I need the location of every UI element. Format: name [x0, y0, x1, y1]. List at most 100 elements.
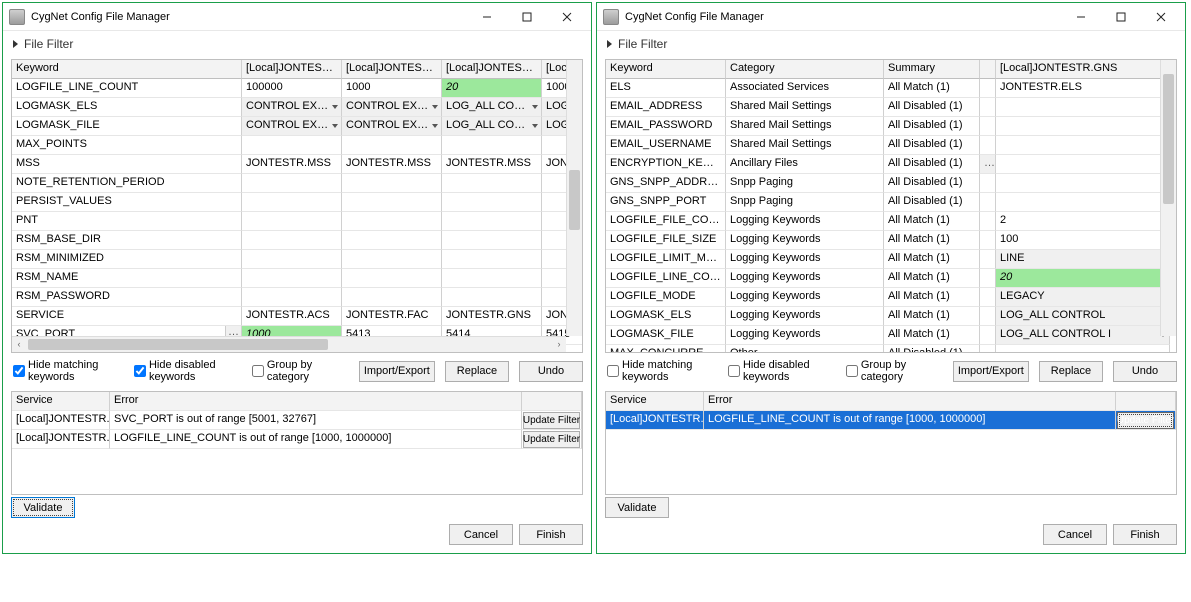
cancel-button[interactable]: Cancel [449, 524, 513, 545]
group-by-category-checkbox[interactable]: Group by category [846, 359, 933, 383]
maximize-button[interactable] [1101, 4, 1141, 30]
value-cell[interactable] [342, 269, 442, 288]
keyword-cell[interactable]: LOGMASK_FILE [12, 117, 242, 136]
value-cell[interactable] [996, 155, 1170, 174]
vertical-scrollbar[interactable] [566, 60, 582, 336]
value-cell[interactable]: JONTESTR.ELS [996, 79, 1170, 98]
error-row[interactable]: [Local]JONTESTR.GNSLOGFILE_LINE_COUNT is… [606, 411, 1176, 430]
column-header[interactable]: [Local]JONTESTR.GNS [442, 60, 542, 79]
minimize-button[interactable] [1061, 4, 1101, 30]
keyword-cell[interactable]: LOGFILE_FILE_COUNT [606, 212, 726, 231]
keyword-cell[interactable]: LOGMASK_FILE [606, 326, 726, 345]
value-cell[interactable]: JONTESTR.FAC [342, 307, 442, 326]
value-cell[interactable] [996, 345, 1170, 353]
file-filter-toggle[interactable]: File Filter [597, 31, 1185, 57]
column-header[interactable]: Service [12, 392, 110, 411]
keyword-cell[interactable]: NOTE_RETENTION_PERIOD [12, 174, 242, 193]
error-row[interactable]: [Local]JONTESTR.ACSSVC_PORT is out of ra… [12, 411, 582, 430]
validate-button[interactable]: Validate [605, 497, 669, 518]
keyword-cell[interactable]: RSM_NAME [12, 269, 242, 288]
column-header[interactable]: Service [606, 392, 704, 411]
value-cell[interactable] [342, 136, 442, 155]
hide-disabled-checkbox[interactable]: Hide disabled keywords [728, 359, 836, 383]
value-cell[interactable]: LINE [996, 250, 1170, 269]
value-cell[interactable] [996, 117, 1170, 136]
value-cell[interactable] [996, 193, 1170, 212]
value-cell[interactable] [442, 269, 542, 288]
keyword-cell[interactable]: LOGMASK_ELS [12, 98, 242, 117]
keyword-cell[interactable]: MAX_POINTS [12, 136, 242, 155]
keyword-cell[interactable]: LOGFILE_FILE_SIZE [606, 231, 726, 250]
validate-button[interactable]: Validate [11, 497, 75, 518]
keyword-cell[interactable]: EMAIL_ADDRESS [606, 98, 726, 117]
value-cell[interactable] [442, 250, 542, 269]
import-export-button[interactable]: Import/Export [359, 361, 435, 382]
keyword-cell[interactable]: EMAIL_PASSWORD [606, 117, 726, 136]
value-cell[interactable]: LOG_ALL CONTROL [442, 98, 542, 117]
keyword-cell[interactable]: LOGFILE_LINE_COUNT [606, 269, 726, 288]
keyword-cell[interactable]: LOGFILE_LIMIT_MODE [606, 250, 726, 269]
column-header[interactable]: [Local]JONTESTR.GNS [996, 60, 1170, 79]
column-header[interactable]: [Local]JONTESTR.FAC [342, 60, 442, 79]
value-cell[interactable] [242, 231, 342, 250]
keyword-cell[interactable]: SERVICE [12, 307, 242, 326]
keyword-cell[interactable]: ELS [606, 79, 726, 98]
keyword-cell[interactable]: LOGFILE_MODE [606, 288, 726, 307]
value-cell[interactable]: JONTESTR.ACS [242, 307, 342, 326]
column-header[interactable]: Keyword [606, 60, 726, 79]
value-cell[interactable] [342, 288, 442, 307]
value-cell[interactable]: LOG_ALL CONTROL I [996, 326, 1170, 345]
value-cell[interactable]: CONTROL EXCEPTIC [242, 98, 342, 117]
keyword-cell[interactable]: GNS_SNPP_PORT [606, 193, 726, 212]
value-cell[interactable]: 100 [996, 231, 1170, 250]
value-cell[interactable]: CONTROL EXCEPTIC [342, 117, 442, 136]
update-filter-button[interactable]: Update Filter [523, 431, 580, 448]
value-cell[interactable] [342, 174, 442, 193]
value-cell[interactable] [342, 193, 442, 212]
value-cell[interactable] [242, 269, 342, 288]
column-header[interactable] [980, 60, 996, 79]
minimize-button[interactable] [467, 4, 507, 30]
keyword-cell[interactable]: MAX_CONCURRENT_MSGS [606, 345, 726, 353]
column-header[interactable]: Error [110, 392, 522, 411]
value-cell[interactable]: 20 [442, 79, 542, 98]
value-cell[interactable]: 20 [996, 269, 1170, 288]
value-cell[interactable]: JONTESTR.MSS [442, 155, 542, 174]
maximize-button[interactable] [507, 4, 547, 30]
column-header[interactable]: Keyword [12, 60, 242, 79]
hide-matching-checkbox[interactable]: Hide matching keywords [13, 359, 124, 383]
value-cell[interactable]: LOG_ALL CONTROL [996, 307, 1170, 326]
ellipsis-button[interactable]: … [980, 155, 996, 174]
value-cell[interactable]: LEGACY [996, 288, 1170, 307]
value-cell[interactable] [442, 136, 542, 155]
value-cell[interactable]: CONTROL EXCEPTIC [342, 98, 442, 117]
column-header[interactable]: Error [704, 392, 1116, 411]
titlebar[interactable]: CygNet Config File Manager [3, 3, 591, 31]
value-cell[interactable] [442, 193, 542, 212]
keyword-cell[interactable]: RSM_BASE_DIR [12, 231, 242, 250]
value-cell[interactable] [442, 212, 542, 231]
value-cell[interactable]: 100000 [242, 79, 342, 98]
horizontal-scrollbar[interactable]: ‹ › [12, 336, 566, 352]
finish-button[interactable]: Finish [519, 524, 583, 545]
value-cell[interactable]: 1000 [342, 79, 442, 98]
file-filter-toggle[interactable]: File Filter [3, 31, 591, 57]
value-cell[interactable]: LOG_ALL CONTROL I [442, 117, 542, 136]
close-button[interactable] [547, 4, 587, 30]
value-cell[interactable] [242, 212, 342, 231]
value-cell[interactable] [442, 174, 542, 193]
update-filter-button[interactable]: Update Filter [523, 412, 580, 429]
replace-button[interactable]: Replace [445, 361, 509, 382]
column-header[interactable]: Summary [884, 60, 980, 79]
keyword-cell[interactable]: EMAIL_USERNAME [606, 136, 726, 155]
vertical-scrollbar[interactable] [1160, 60, 1176, 336]
hide-matching-checkbox[interactable]: Hide matching keywords [607, 359, 718, 383]
value-cell[interactable]: CONTROL EXCEPTIC [242, 117, 342, 136]
titlebar[interactable]: CygNet Config File Manager [597, 3, 1185, 31]
value-cell[interactable]: 2 [996, 212, 1170, 231]
column-header[interactable]: [Local]JONTESTR.ACS [242, 60, 342, 79]
value-cell[interactable]: JONTESTR.MSS [242, 155, 342, 174]
keyword-cell[interactable]: ENCRYPTION_KEY_FILE [606, 155, 726, 174]
cancel-button[interactable]: Cancel [1043, 524, 1107, 545]
hide-disabled-checkbox[interactable]: Hide disabled keywords [134, 359, 242, 383]
